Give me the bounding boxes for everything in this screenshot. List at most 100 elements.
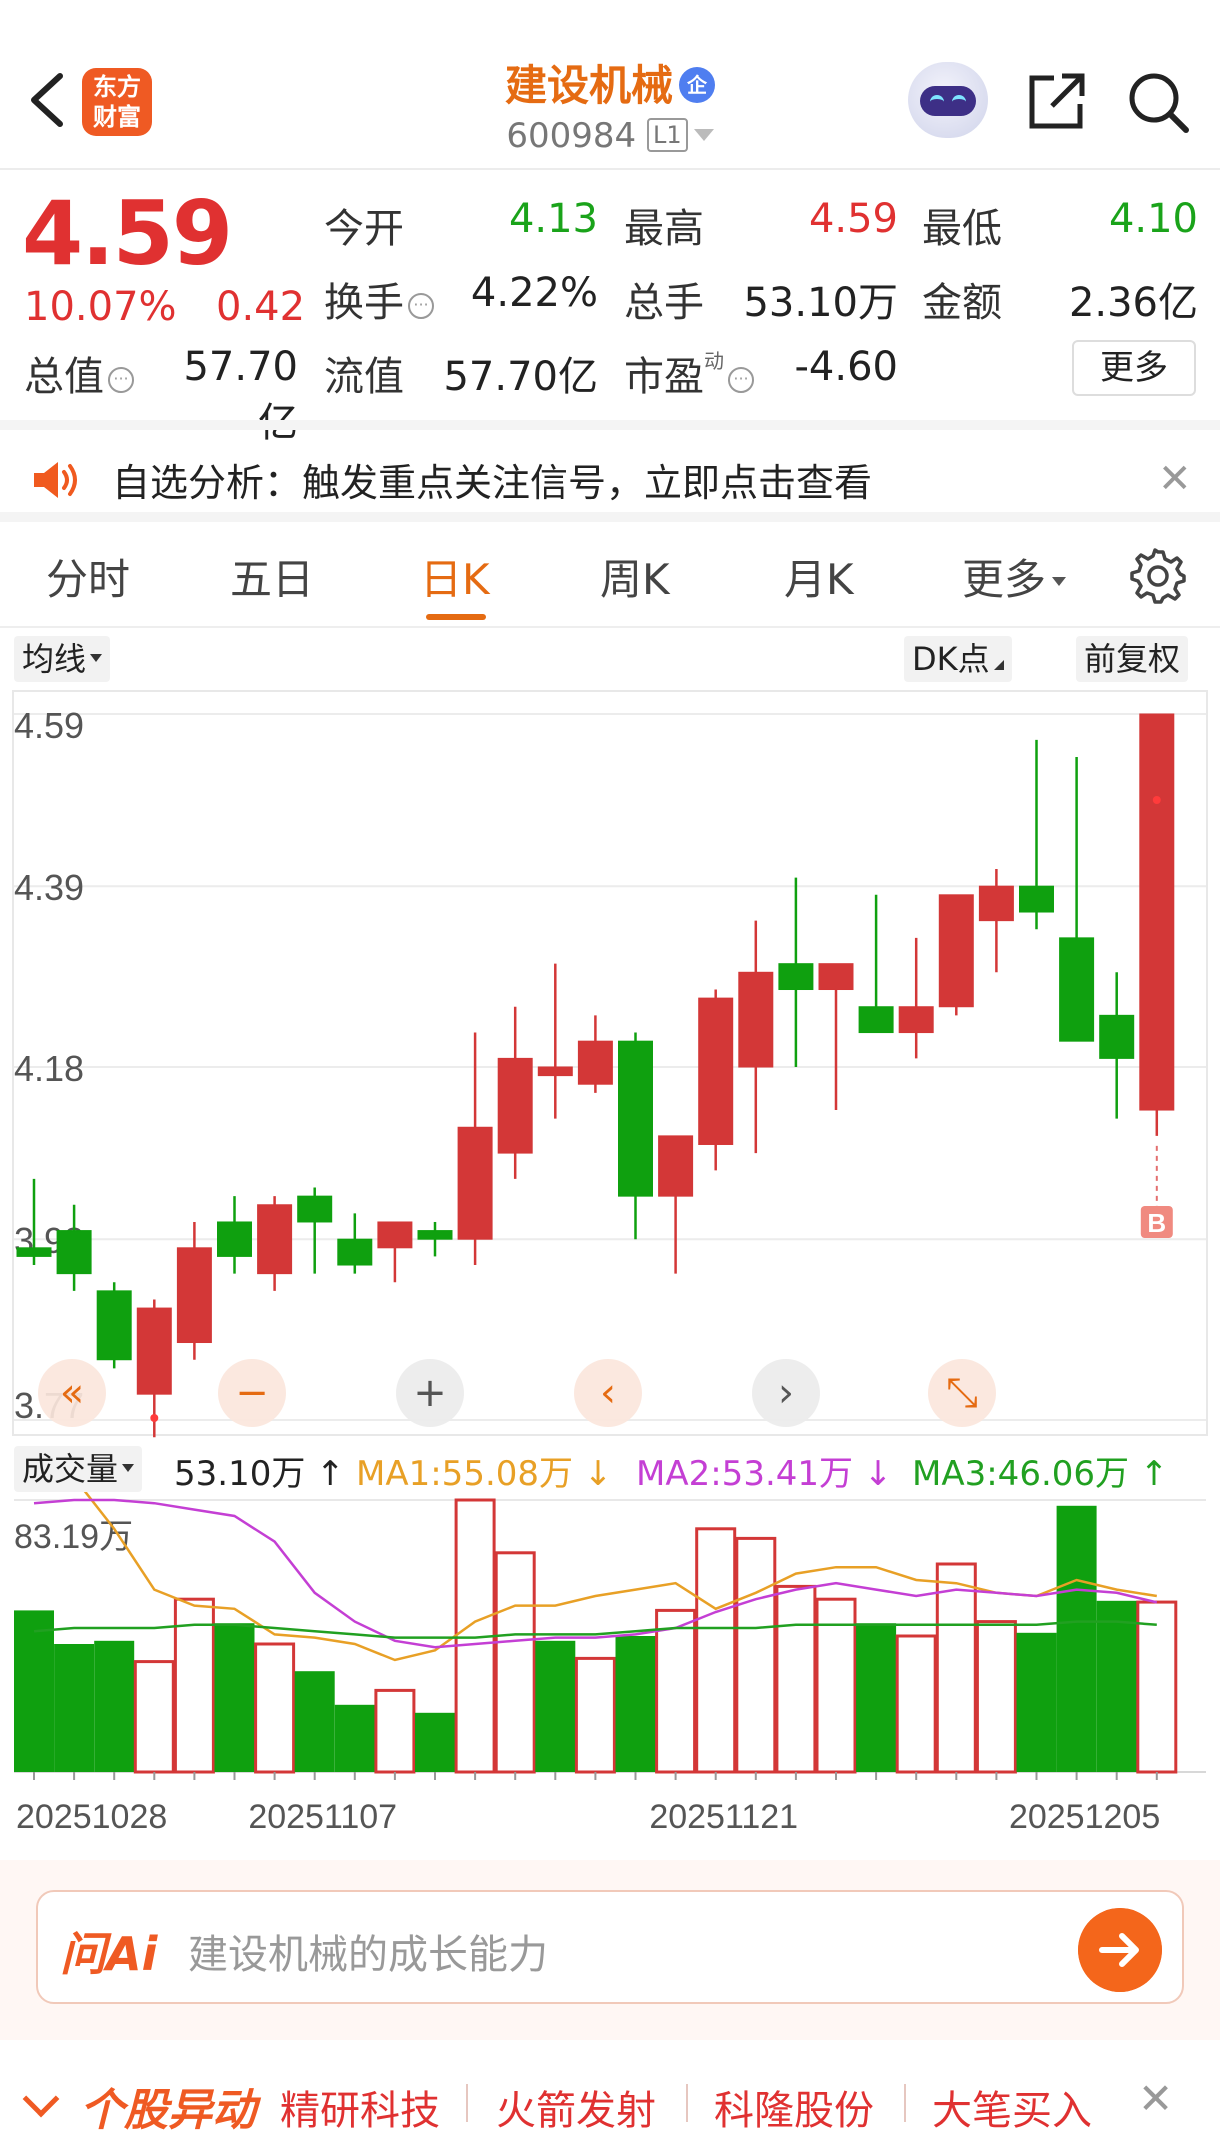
chart-control-icon: ⤡	[946, 1370, 978, 1416]
volume-bar	[615, 1636, 656, 1772]
volume-bar	[975, 1620, 1017, 1774]
volume-bar	[935, 1562, 977, 1774]
volume-bar	[574, 1656, 616, 1774]
volume-bar	[214, 1623, 255, 1772]
candle	[337, 1213, 373, 1274]
candle	[618, 1032, 653, 1240]
ticker-divider	[904, 2084, 906, 2122]
candle	[417, 1221, 453, 1257]
chart-control-button[interactable]: ⤡	[928, 1359, 996, 1427]
candle-body	[938, 894, 974, 1008]
candle	[297, 1187, 333, 1274]
ma1-arrow: ↓	[583, 1454, 613, 1494]
ma3-arrow: ↑	[1139, 1454, 1169, 1494]
volume-bar	[1096, 1600, 1137, 1772]
volume-bar	[374, 1688, 416, 1774]
chart-control-button[interactable]: «	[38, 1359, 106, 1427]
candle-body	[217, 1221, 252, 1257]
candle-body	[898, 1006, 934, 1034]
x-tick-label: 20251121	[649, 1798, 798, 1836]
chart-control-button[interactable]: ›	[752, 1359, 820, 1427]
volume-value-text: 53.10万	[174, 1454, 306, 1494]
volume-legend-ma3: MA3:46.06万 ↑	[912, 1446, 1168, 1495]
chevron-down-icon[interactable]	[22, 2080, 60, 2118]
candle	[1059, 757, 1095, 1042]
volume-bar	[775, 1584, 817, 1774]
candle	[778, 877, 814, 1067]
volume-selector[interactable]: 成交量	[14, 1446, 143, 1492]
price-dot	[150, 1414, 159, 1422]
arrow-right-icon[interactable]	[1078, 1908, 1162, 1992]
volume-bar	[735, 1536, 777, 1774]
candle	[257, 1196, 293, 1291]
candle-body	[1019, 885, 1054, 913]
chart-control-icon: ›	[778, 1370, 794, 1416]
volume-bar	[415, 1712, 455, 1772]
candle-body	[297, 1195, 333, 1223]
volume-bar	[695, 1527, 737, 1774]
volume-bar	[895, 1634, 937, 1774]
x-tick-label: 20251205	[1009, 1798, 1160, 1836]
volume-y-label: 83.19万	[14, 1518, 133, 1556]
ai-question-input[interactable]: 建设机械的成长能力	[188, 1922, 548, 1980]
ticker-divider	[466, 2084, 468, 2122]
ma2-arrow: ↓	[863, 1454, 893, 1494]
chart-control-button[interactable]: ‹	[574, 1359, 642, 1427]
volume-bar	[94, 1640, 135, 1772]
ai-question-box[interactable]: 问Ai 建设机械的成长能力	[36, 1890, 1184, 2004]
volume-bar	[1016, 1632, 1057, 1772]
candle-body	[577, 1040, 613, 1085]
price-dot	[1152, 796, 1161, 804]
candle	[577, 1015, 613, 1093]
y-tick-label: 4.18	[14, 1048, 84, 1089]
volume-legend-ma2: MA2:53.41万 ↓	[636, 1446, 892, 1495]
volume-bar	[535, 1640, 576, 1772]
candle-body	[176, 1247, 212, 1344]
candle	[818, 963, 854, 1111]
volume-bar	[494, 1551, 536, 1774]
volume-bar	[334, 1704, 375, 1772]
y-tick-label: 4.59	[14, 705, 84, 746]
ticker-item[interactable]: 科隆股份	[714, 2078, 874, 2136]
close-icon[interactable]: ✕	[1138, 2074, 1173, 2123]
chart-control-button[interactable]: −	[218, 1359, 286, 1427]
volume-bar	[1136, 1600, 1178, 1774]
candle-body	[1139, 713, 1175, 1111]
ma1-text: MA1:55.08万	[356, 1454, 574, 1494]
candle	[56, 1204, 92, 1291]
volume-bar	[294, 1671, 335, 1772]
candle-body	[1059, 937, 1095, 1042]
candle-body	[56, 1230, 92, 1275]
x-tick-label: 20251107	[248, 1798, 397, 1836]
ticker-item[interactable]: 火箭发射	[496, 2078, 656, 2136]
candle	[898, 937, 934, 1059]
volume-selector-label: 成交量	[22, 1450, 119, 1488]
candle	[537, 963, 573, 1119]
volume-bar	[1056, 1505, 1097, 1772]
volume-arrow: ↑	[316, 1454, 345, 1494]
volume-legend-vol: 53.10万 ↑	[174, 1446, 345, 1495]
stock-alert-ticker: 个股异动 精研科技 火箭发射 科隆股份 大笔买入 ✕	[0, 2040, 1220, 2155]
ticker-item[interactable]: 大笔买入	[932, 2078, 1092, 2136]
chart-control-icon: +	[413, 1370, 447, 1416]
x-tick-label: 20251028	[16, 1798, 167, 1836]
candle-body	[96, 1290, 132, 1361]
volume-bar	[14, 1610, 54, 1772]
kline-chart[interactable]: 4.594.394.183.983.77B«−+‹›⤡83.19万2025102…	[0, 0, 1220, 1860]
candle-body	[417, 1230, 453, 1240]
chart-control-button[interactable]: +	[396, 1359, 464, 1427]
candle-body	[377, 1221, 413, 1249]
candle-body	[1099, 1014, 1135, 1059]
ticker-item[interactable]: 精研科技	[280, 2078, 440, 2136]
candle	[96, 1282, 132, 1369]
candle	[1019, 739, 1054, 930]
volume-bar	[856, 1623, 897, 1772]
candle-body	[497, 1057, 533, 1154]
candle	[217, 1196, 252, 1274]
candle	[858, 894, 894, 1034]
chevron-down-icon	[122, 1464, 135, 1472]
candle-body	[257, 1204, 293, 1275]
volume-bar	[655, 1608, 697, 1774]
ma3-text: MA3:46.06万	[912, 1454, 1130, 1494]
candle	[176, 1221, 212, 1360]
